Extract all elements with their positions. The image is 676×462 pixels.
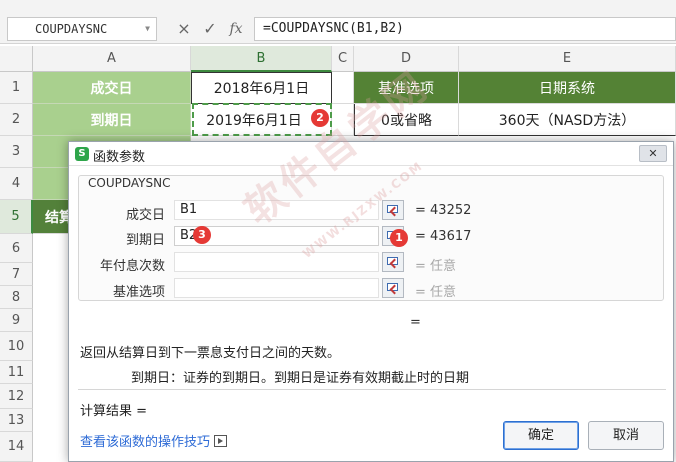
row-header-11[interactable]: 11 bbox=[0, 361, 33, 384]
cell-a1[interactable]: 成交日 bbox=[33, 72, 191, 104]
arg-label-settlement: 成交日 bbox=[125, 208, 165, 223]
arg-result-basis: = 任意 bbox=[415, 285, 457, 300]
range-select-icon[interactable] bbox=[382, 252, 404, 272]
arg-input-frequency[interactable] bbox=[174, 252, 379, 272]
column-header-d[interactable]: D bbox=[354, 46, 459, 72]
arg-label-basis: 基准选项 bbox=[112, 285, 165, 300]
name-box-value: COUPDAYSNC bbox=[35, 22, 108, 36]
arg-input-settlement[interactable]: B1 bbox=[174, 200, 379, 220]
cell-b1[interactable]: 2018年6月1日 bbox=[191, 72, 332, 104]
row-header-1[interactable]: 1 bbox=[0, 72, 33, 104]
function-name: COUPDAYSNC bbox=[88, 176, 171, 190]
video-play-icon[interactable] bbox=[214, 435, 228, 447]
cell-d1[interactable]: 基准选项 bbox=[354, 72, 459, 104]
arg-input-basis[interactable] bbox=[174, 278, 379, 298]
column-header-c[interactable]: C bbox=[332, 46, 354, 72]
row-header-4[interactable]: 4 bbox=[0, 168, 33, 200]
close-icon[interactable]: ✕ bbox=[639, 145, 667, 162]
row-header-2[interactable]: 2 bbox=[0, 104, 33, 136]
annotation-badge-1: 1 bbox=[390, 229, 408, 247]
app-logo-icon: S bbox=[75, 147, 89, 161]
arg-label-frequency: 年付息次数 bbox=[99, 259, 165, 274]
row-header-5[interactable]: 5 bbox=[0, 200, 33, 234]
arg-result-settlement: = 43252 bbox=[415, 203, 472, 218]
divider bbox=[78, 389, 666, 390]
cell-d2[interactable]: 0或省略 bbox=[354, 104, 459, 136]
cancel-formula-icon[interactable]: × bbox=[173, 17, 195, 41]
dialog-title-bar[interactable]: S 函数参数 ✕ bbox=[69, 142, 673, 166]
select-all-corner[interactable] bbox=[0, 46, 33, 72]
formula-bar: COUPDAYSNC ▼ × ✓ fx =COUPDAYSNC(B1,B2) bbox=[0, 0, 676, 44]
help-link-text[interactable]: 查看该函数的操作技巧 bbox=[80, 435, 210, 450]
annotation-badge-2: 2 bbox=[311, 109, 329, 127]
row-header-9[interactable]: 9 bbox=[0, 309, 33, 332]
formula-input[interactable]: =COUPDAYSNC(B1,B2) bbox=[254, 17, 676, 41]
help-link[interactable]: 查看该函数的操作技巧 bbox=[80, 431, 228, 450]
column-header-a[interactable]: A bbox=[33, 46, 191, 72]
cancel-button[interactable]: 取消 bbox=[588, 421, 664, 450]
parameter-description: 到期日：证券的到期日。到期日是证券有效期截止时的日期 bbox=[131, 371, 470, 386]
arg-result-frequency: = 任意 bbox=[415, 259, 457, 274]
row-header-7[interactable]: 7 bbox=[0, 263, 33, 286]
function-description: 返回从结算日到下一票息支付日之间的天数。 bbox=[80, 346, 341, 361]
row-header-10[interactable]: 10 bbox=[0, 332, 33, 361]
spreadsheet-window: COUPDAYSNC ▼ × ✓ fx =COUPDAYSNC(B1,B2) A… bbox=[0, 0, 676, 462]
ok-button[interactable]: 确定 bbox=[503, 421, 579, 450]
row-header-14[interactable]: 14 bbox=[0, 432, 33, 462]
cell-e2[interactable]: 360天（NASD方法） bbox=[459, 104, 676, 136]
name-box-dropdown-icon[interactable]: ▼ bbox=[145, 18, 150, 40]
range-select-icon[interactable] bbox=[382, 278, 404, 298]
arg-label-maturity: 到期日 bbox=[125, 233, 165, 248]
range-select-icon[interactable] bbox=[382, 200, 404, 220]
formula-result-preview: = bbox=[410, 315, 421, 330]
name-box[interactable]: COUPDAYSNC ▼ bbox=[7, 17, 157, 41]
cell-c2[interactable] bbox=[332, 104, 354, 136]
confirm-formula-icon[interactable]: ✓ bbox=[199, 17, 221, 41]
row-header-3[interactable]: 3 bbox=[0, 136, 33, 168]
row-header-8[interactable]: 8 bbox=[0, 286, 33, 309]
column-header-e[interactable]: E bbox=[459, 46, 676, 72]
dialog-title: 函数参数 bbox=[93, 150, 146, 165]
row-header-12[interactable]: 12 bbox=[0, 384, 33, 409]
cell-c1[interactable] bbox=[332, 72, 354, 104]
arg-result-maturity: = 43617 bbox=[415, 229, 472, 244]
calculation-result: 计算结果 = bbox=[80, 404, 148, 419]
column-header-b[interactable]: B bbox=[191, 46, 332, 72]
function-arguments-dialog: S 函数参数 ✕ COUPDAYSNC 成交日 B1 = 43252 到期日 B… bbox=[68, 141, 674, 462]
annotation-badge-3: 3 bbox=[193, 226, 211, 244]
row-header-13[interactable]: 13 bbox=[0, 409, 33, 432]
insert-function-icon[interactable]: fx bbox=[225, 17, 247, 41]
cell-a2[interactable]: 到期日 bbox=[33, 104, 191, 136]
row-header-6[interactable]: 6 bbox=[0, 234, 33, 263]
cell-e1[interactable]: 日期系统 bbox=[459, 72, 676, 104]
